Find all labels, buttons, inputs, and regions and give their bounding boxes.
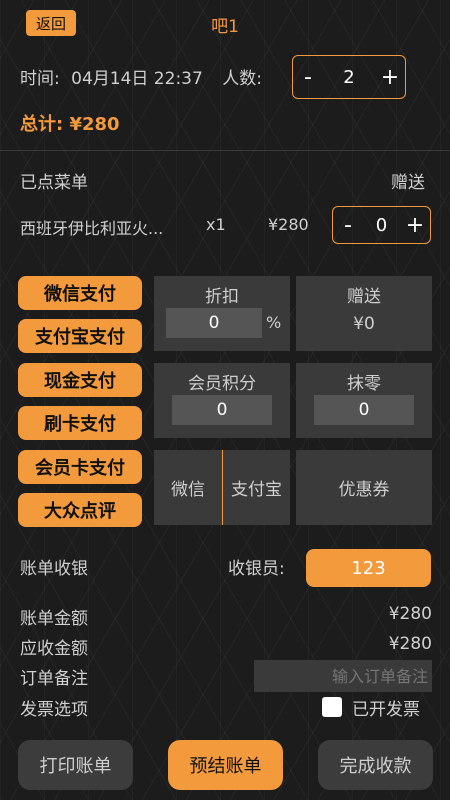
- order-item-qty: x1: [206, 215, 226, 234]
- round-off-input[interactable]: 0: [314, 395, 414, 425]
- pay-cash-button[interactable]: 现金支付: [18, 363, 142, 397]
- percent-unit: %: [266, 313, 282, 332]
- people-minus-button[interactable]: -: [293, 65, 323, 90]
- alipay-amount-cell[interactable]: 支付宝: [223, 450, 290, 525]
- presettle-button[interactable]: 预结账单: [168, 740, 283, 790]
- receivable-row: 应收金额 ¥280: [20, 634, 432, 659]
- cashier-label: 收银员:: [228, 559, 285, 579]
- divider: [0, 150, 450, 151]
- bill-amount-row: 账单金额 ¥280: [20, 604, 432, 629]
- order-header-gift: 赠送: [391, 173, 425, 193]
- order-item-price: ¥280: [268, 215, 309, 234]
- time-row: 时间: 04月14日 22:37 人数:: [20, 64, 262, 89]
- member-points-cell: 会员积分 0: [154, 363, 290, 438]
- discount-label: 折扣: [205, 287, 239, 307]
- discount-cell: 折扣 0 %: [154, 276, 290, 351]
- gift-total-cell: 赠送 ¥0: [296, 276, 432, 351]
- receivable-value: ¥280: [388, 634, 432, 654]
- gift-total-value: ¥0: [353, 314, 375, 334]
- round-off-label: 抹零: [347, 374, 381, 394]
- wechat-amount-cell[interactable]: 微信: [154, 450, 222, 525]
- pay-alipay-button[interactable]: 支付宝支付: [18, 319, 142, 353]
- people-label: 人数:: [222, 69, 262, 89]
- gift-stepper: - 0 +: [332, 206, 431, 244]
- page-title: 吧1: [211, 17, 239, 37]
- gift-minus-button[interactable]: -: [333, 213, 363, 238]
- gift-plus-button[interactable]: +: [400, 213, 430, 238]
- bill-amount-label: 账单金额: [20, 609, 88, 629]
- gift-count: 0: [375, 214, 388, 236]
- invoice-checkbox[interactable]: [322, 697, 342, 717]
- print-bill-button[interactable]: 打印账单: [18, 740, 133, 790]
- receivable-label: 应收金额: [20, 639, 88, 659]
- coupon-cell[interactable]: 优惠券: [296, 450, 432, 525]
- complete-payment-button[interactable]: 完成收款: [318, 740, 433, 790]
- member-points-input[interactable]: 0: [172, 395, 272, 425]
- pay-dianping-button[interactable]: 大众点评: [18, 493, 142, 527]
- member-points-label: 会员积分: [188, 374, 256, 394]
- bill-amount-value: ¥280: [388, 604, 432, 624]
- gift-total-label: 赠送: [347, 287, 381, 307]
- order-item-name: 西班牙伊比利亚火...: [20, 219, 164, 238]
- note-label: 订单备注: [20, 669, 88, 689]
- total-amount: 总计: ¥280: [20, 114, 120, 135]
- people-count: 2: [343, 66, 355, 88]
- pay-card-button[interactable]: 刷卡支付: [18, 406, 142, 440]
- time-label: 时间:: [20, 69, 60, 89]
- invoice-checkbox-label: 已开发票: [352, 700, 420, 720]
- pay-wechat-button[interactable]: 微信支付: [18, 276, 142, 310]
- discount-input[interactable]: 0: [166, 308, 262, 338]
- pay-member-card-button[interactable]: 会员卡支付: [18, 450, 142, 484]
- order-note-input[interactable]: [254, 660, 432, 692]
- round-off-cell: 抹零 0: [296, 363, 432, 438]
- billing-label: 账单收银: [20, 559, 88, 579]
- order-header-left: 已点菜单: [20, 173, 88, 193]
- people-stepper: - 2 +: [292, 55, 406, 99]
- invoice-label: 发票选项: [20, 700, 88, 720]
- cashier-button[interactable]: 123: [306, 549, 431, 587]
- people-plus-button[interactable]: +: [375, 65, 405, 90]
- time-value: 04月14日 22:37: [71, 69, 203, 89]
